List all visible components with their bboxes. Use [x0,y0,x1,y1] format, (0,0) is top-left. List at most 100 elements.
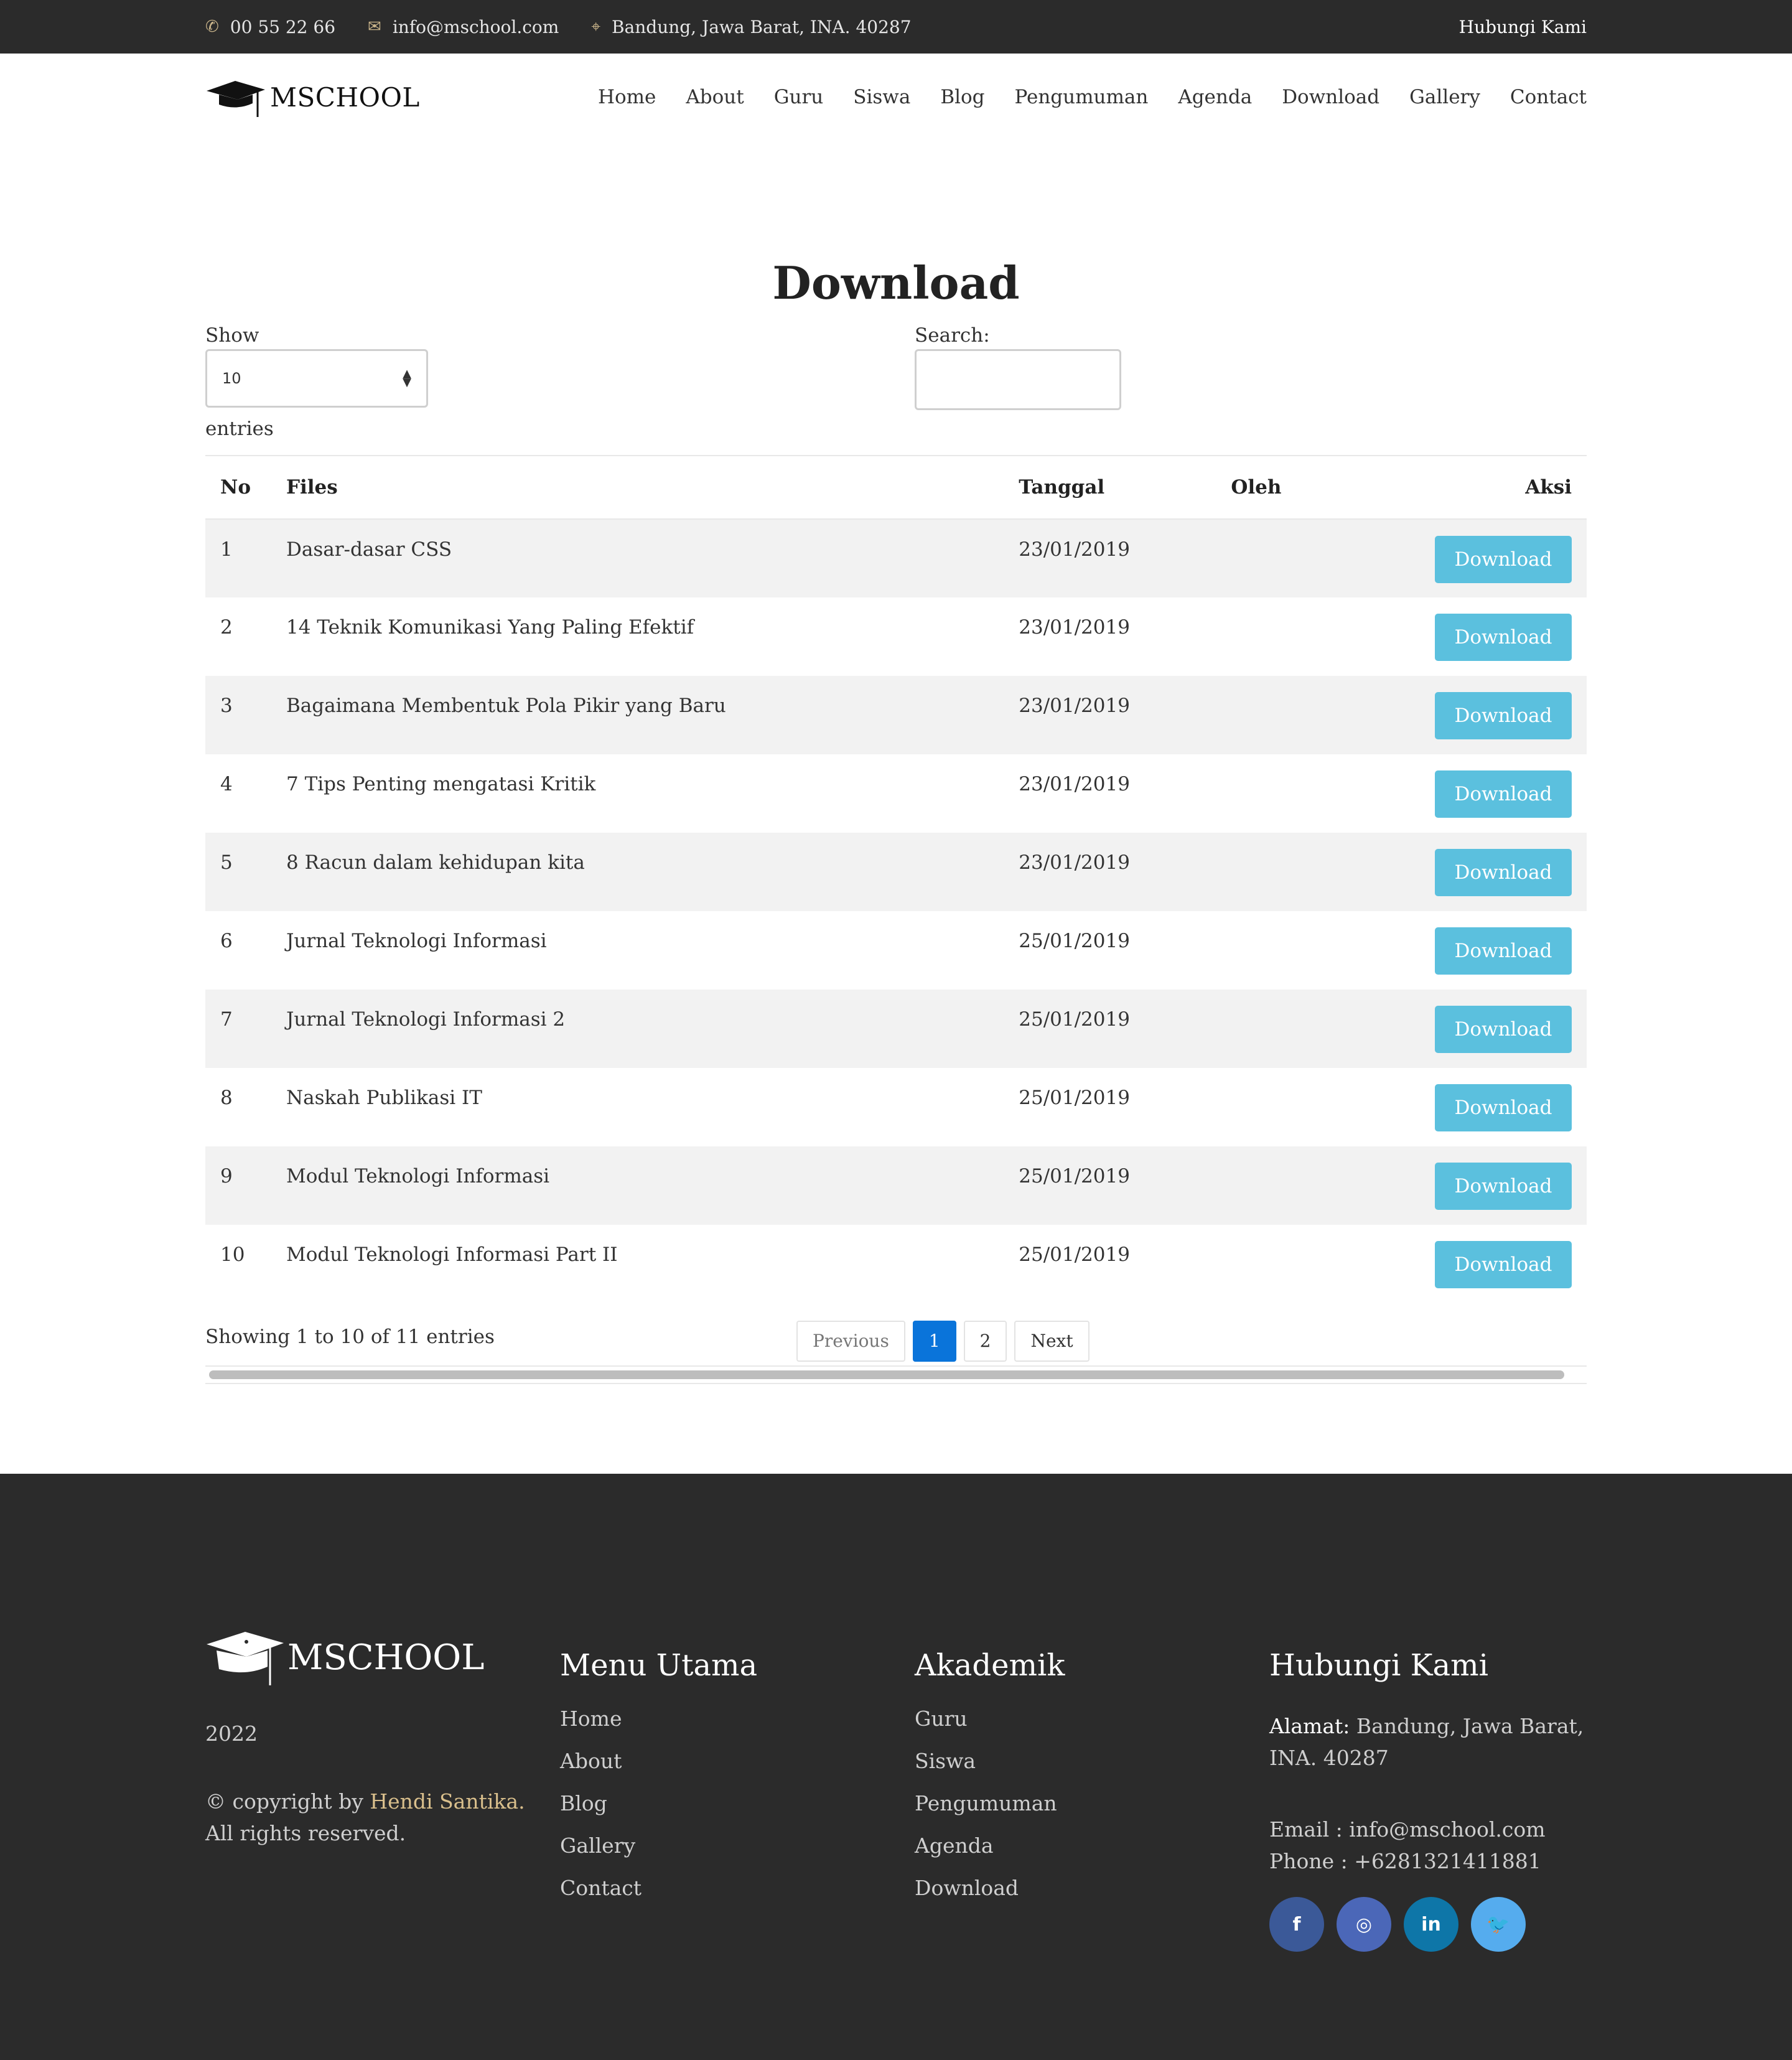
footer-link-home[interactable]: Home [560,1707,884,1749]
footer-akademik-column: Akademik Guru Siswa Pengumuman Agenda Do… [915,1623,1238,1918]
main-content: Download Show 10 ▲ ▼ entries Search: No F… [205,141,1587,1384]
row-oleh [1230,676,1434,754]
table-row: 6 Jurnal Teknologi Informasi 25/01/2019 … [205,911,1587,990]
topbar-email: ✉ info@mschool.com [368,17,559,37]
table-footer: Showing 1 to 10 of 11 entries Previous 1… [205,1303,1587,1384]
twitter-icon[interactable]: 🐦 [1471,1897,1526,1952]
col-no-header[interactable]: No [205,456,286,520]
hubungi-kami-title: Hubungi Kami [1269,1648,1489,1683]
download-button[interactable]: Download [1435,692,1572,739]
row-file: Jurnal Teknologi Informasi [286,930,547,952]
nav-gallery[interactable]: Gallery [1409,86,1480,108]
row-oleh [1230,519,1434,597]
row-date: 23/01/2019 [1019,773,1130,795]
row-action: Download [1434,1068,1587,1146]
row-no: 1 [205,519,286,597]
nav-siswa[interactable]: Siswa [853,86,910,108]
footer-logo[interactable]: MSCHOOL [205,1623,541,1692]
row-oleh [1230,754,1434,833]
top-info-bar: ✆ 00 55 22 66 ✉ info@mschool.com ⌖ Bandu… [0,0,1792,54]
row-date: 25/01/2019 [1019,1087,1130,1109]
row-oleh [1230,911,1434,990]
next-page-button[interactable]: Next [1014,1321,1090,1362]
row-no: 4 [220,773,233,795]
footer-link-blog[interactable]: Blog [560,1791,884,1833]
footer-link-agenda[interactable]: Agenda [915,1833,1238,1876]
footer-link-pengumuman[interactable]: Pengumuman [915,1791,1238,1833]
linkedin-icon[interactable]: in [1404,1897,1458,1952]
table-row: 9 Modul Teknologi Informasi 25/01/2019 D… [205,1146,1587,1225]
row-action: Download [1434,990,1587,1068]
download-button[interactable]: Download [1435,927,1572,975]
footer-link-siswa[interactable]: Siswa [915,1749,1238,1791]
location-pin-icon: ⌖ [591,17,600,36]
nav-download[interactable]: Download [1282,86,1379,108]
row-file: Modul Teknologi Informasi [286,1146,1019,1225]
row-action: Download [1434,754,1587,833]
graduation-cap-icon [207,81,265,117]
scrollbar-thumb[interactable] [209,1370,1564,1379]
col-aksi-header[interactable]: Aksi [1434,456,1587,520]
row-date: 25/01/2019 [1018,990,1231,1068]
site-logo[interactable]: MSCHOOL [205,72,420,122]
entries-per-page-select[interactable]: 10 ▲ ▼ [205,349,428,408]
footer-link-contact[interactable]: Contact [560,1876,884,1918]
col-files-header[interactable]: Files [286,456,1019,520]
table-controls: Show 10 ▲ ▼ entries Search: [205,324,1587,455]
facebook-icon[interactable]: f [1269,1897,1324,1952]
row-file: 8 Racun dalam kehidupan kita [286,833,1019,911]
menu-utama-title: Menu Utama [560,1648,758,1683]
nav-agenda[interactable]: Agenda [1178,86,1252,108]
col-tanggal-header[interactable]: Tanggal [1018,456,1231,520]
row-file: 7 Tips Penting mengatasi Kritik [286,773,596,795]
row-no: 6 [220,930,233,952]
page-1-button[interactable]: 1 [912,1321,956,1362]
table-header-row: No Files Tanggal Oleh Aksi [205,456,1587,520]
row-file: Naskah Publikasi IT [286,1087,482,1109]
download-button[interactable]: Download [1435,536,1572,583]
instagram-icon[interactable]: ◎ [1337,1897,1391,1952]
download-button[interactable]: Download [1435,614,1572,661]
nav-pengumuman[interactable]: Pengumuman [1015,86,1149,108]
row-file: Bagaimana Membentuk Pola Pikir yang Baru [286,676,1019,754]
download-button[interactable]: Download [1435,1163,1572,1210]
footer-menu-column: Menu Utama Home About Blog Gallery Conta… [560,1623,884,1918]
previous-page-button[interactable]: Previous [796,1321,905,1362]
table-info: Showing 1 to 10 of 11 entries [205,1326,495,1348]
row-action: Download [1434,911,1587,990]
footer-contact-details: Email : info@mschool.com Phone : +628132… [1269,1814,1593,1877]
hubungi-kami-link[interactable]: Hubungi Kami [1459,17,1587,37]
row-action: Download [1434,519,1587,597]
footer-link-guru[interactable]: Guru [915,1707,1238,1749]
footer-address: Alamat: Bandung, Jawa Barat, INA. 40287 [1269,1710,1593,1774]
horizontal-scrollbar[interactable] [205,1365,1587,1384]
row-oleh [1230,1225,1434,1303]
table-row: 5 8 Racun dalam kehidupan kita 23/01/201… [205,833,1587,911]
nav-guru[interactable]: Guru [774,86,824,108]
download-button[interactable]: Download [1435,1084,1572,1131]
row-date: 25/01/2019 [1019,930,1130,952]
footer-link-download[interactable]: Download [915,1876,1238,1918]
search-input[interactable] [915,349,1121,410]
copyright-author-link[interactable]: Hendi Santika. [370,1789,525,1814]
row-no: 5 [205,833,286,911]
nav-home[interactable]: Home [598,86,656,108]
footer-link-about[interactable]: About [560,1749,884,1791]
col-oleh-header[interactable]: Oleh [1230,456,1434,520]
download-button[interactable]: Download [1435,1241,1572,1288]
menu-utama-list: Home About Blog Gallery Contact [560,1707,884,1918]
download-button[interactable]: Download [1435,770,1572,818]
page-2-button[interactable]: 2 [963,1321,1007,1362]
nav-about[interactable]: About [686,86,744,108]
address-label: Alamat: [1269,1714,1350,1738]
row-date: 23/01/2019 [1019,616,1130,639]
download-button[interactable]: Download [1435,1006,1572,1053]
footer-phone: Phone : +6281321411881 [1269,1849,1541,1873]
footer-link-gallery[interactable]: Gallery [560,1833,884,1876]
row-no: 9 [205,1146,286,1225]
site-footer: MSCHOOL 2022 © copyright by Hendi Santik… [0,1474,1792,2060]
nav-contact[interactable]: Contact [1510,86,1587,108]
row-action: Download [1434,833,1587,911]
download-button[interactable]: Download [1435,849,1572,896]
nav-blog[interactable]: Blog [940,86,984,108]
